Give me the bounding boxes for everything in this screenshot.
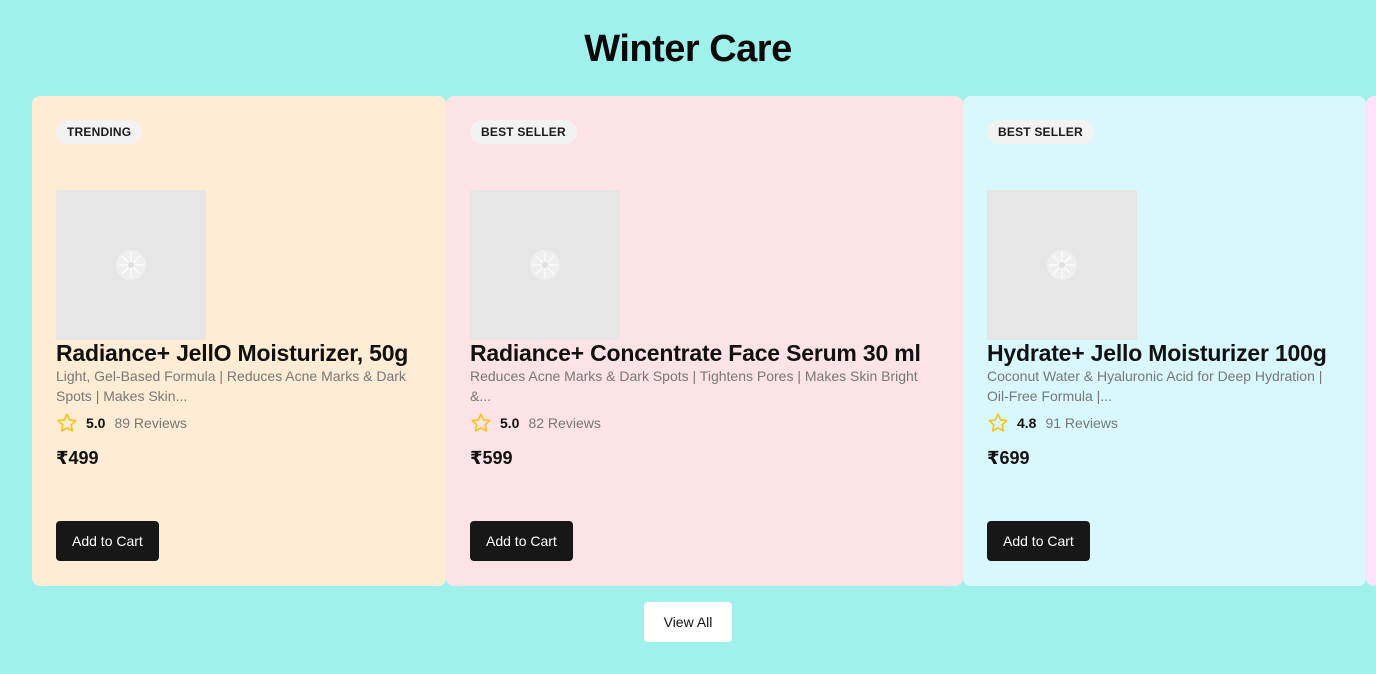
product-price: ₹599 xyxy=(470,448,513,468)
product-badge: BEST SELLER xyxy=(987,120,1094,144)
star-outline-icon xyxy=(988,413,1008,432)
product-card-partial[interactable] xyxy=(1366,96,1376,586)
product-image[interactable] xyxy=(56,190,206,340)
add-to-cart-button[interactable]: Add to Cart xyxy=(987,521,1090,561)
product-card[interactable]: BEST SELLER Radiance+ Concentrate Face S… xyxy=(446,96,963,586)
product-description: Light, Gel-Based Formula | Reduces Acne … xyxy=(56,368,406,404)
star-outline-icon xyxy=(471,413,491,432)
view-all-button[interactable]: View All xyxy=(644,602,732,642)
product-name[interactable]: Radiance+ Concentrate Face Serum 30 ml xyxy=(470,340,955,367)
product-badge: TRENDING xyxy=(56,120,143,144)
star-outline-icon xyxy=(57,413,77,432)
winter-care-section: Winter Care TRENDING Radiance+ JellO Moi… xyxy=(0,0,1376,674)
image-placeholder-icon xyxy=(116,250,146,280)
product-description: Coconut Water & Hyaluronic Acid for Deep… xyxy=(987,368,1323,404)
image-placeholder-icon xyxy=(530,250,560,280)
product-image[interactable] xyxy=(987,190,1137,340)
product-carousel[interactable]: TRENDING Radiance+ JellO Moisturizer, 50… xyxy=(32,96,1376,586)
product-card[interactable]: TRENDING Radiance+ JellO Moisturizer, 50… xyxy=(32,96,446,586)
product-image[interactable] xyxy=(470,190,620,340)
product-rating: 5.0 89 Reviews xyxy=(56,412,187,434)
product-rating: 4.8 91 Reviews xyxy=(987,412,1118,434)
product-price: ₹499 xyxy=(56,448,99,468)
section-title: Winter Care xyxy=(584,28,792,70)
review-count: 82 Reviews xyxy=(528,415,601,431)
rating-score: 4.8 xyxy=(1017,415,1037,431)
review-count: 89 Reviews xyxy=(114,415,187,431)
add-to-cart-button[interactable]: Add to Cart xyxy=(470,521,573,561)
rating-score: 5.0 xyxy=(86,415,106,431)
product-price: ₹699 xyxy=(987,448,1030,468)
image-placeholder-icon xyxy=(1047,250,1077,280)
rating-score: 5.0 xyxy=(500,415,520,431)
review-count: 91 Reviews xyxy=(1045,415,1118,431)
add-to-cart-button[interactable]: Add to Cart xyxy=(56,521,159,561)
product-rating: 5.0 82 Reviews xyxy=(470,412,601,434)
product-description: Reduces Acne Marks & Dark Spots | Tighte… xyxy=(470,368,918,404)
product-name[interactable]: Radiance+ JellO Moisturizer, 50g xyxy=(56,340,438,367)
product-badge: BEST SELLER xyxy=(470,120,577,144)
product-card[interactable]: BEST SELLER Hydrate+ Jello Moisturizer 1… xyxy=(963,96,1366,586)
product-name[interactable]: Hydrate+ Jello Moisturizer 100g xyxy=(987,340,1358,367)
